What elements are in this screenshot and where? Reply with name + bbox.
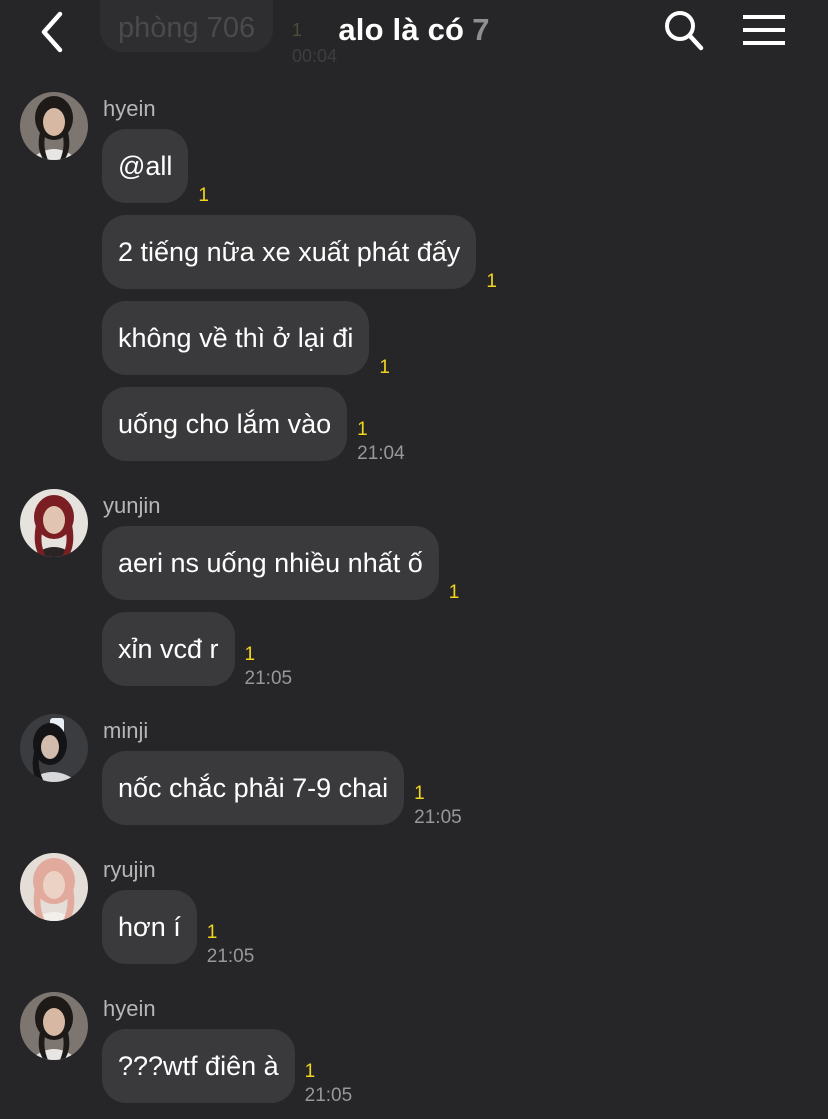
message-time: 21:05 (244, 668, 293, 689)
unread-count: 1 (448, 582, 460, 603)
message-time: 21:05 (206, 946, 255, 967)
unread-count: 1 (206, 922, 218, 943)
avatar-photo (20, 489, 88, 557)
avatar[interactable] (20, 853, 88, 921)
menu-button[interactable] (742, 13, 786, 47)
message-bubble[interactable]: aeri ns uống nhiều nhất ố (102, 526, 439, 600)
message-bubble[interactable]: 2 tiếng nữa xe xuất phát đấy (102, 215, 477, 289)
chat-screen: phòng 706 1 00:04 alo là có 7 hyein @all… (0, 0, 828, 1119)
unread-count: 1 (198, 185, 209, 206)
sender-name: hyein (103, 96, 156, 121)
unread-count: 1 (486, 271, 497, 292)
message-bubble[interactable]: xỉn vcđ r (102, 612, 235, 686)
sender-name: minji (103, 718, 149, 743)
avatar-photo (20, 992, 88, 1060)
message-time: 21:05 (414, 807, 462, 828)
avatar[interactable] (20, 992, 88, 1060)
avatar-photo (20, 92, 88, 160)
message-time: 21:04 (357, 443, 405, 464)
unread-count: 1 (414, 783, 425, 804)
message-bubble[interactable]: hơn í (102, 890, 197, 964)
unread-count: 1 (304, 1061, 316, 1082)
message-bubble[interactable]: không về thì ở lại đi (102, 301, 370, 375)
unread-count: 1 (244, 644, 256, 665)
message-bubble[interactable]: @all (102, 129, 189, 203)
avatar[interactable] (20, 714, 88, 782)
avatar[interactable] (20, 489, 88, 557)
message-bubble[interactable]: uống cho lắm vào (102, 387, 348, 461)
avatar[interactable] (20, 92, 88, 160)
hamburger-menu-icon (743, 15, 785, 45)
scrolled-message-time: 00:04 (292, 46, 338, 66)
avatar-photo (20, 853, 88, 921)
sender-name: ryujin (103, 857, 156, 882)
chat-title-text: alo là có (338, 12, 465, 47)
avatar-photo (20, 714, 88, 782)
message-bubble[interactable]: ???wtf điên à (102, 1029, 295, 1103)
chat-header: phòng 706 1 00:04 alo là có 7 (0, 0, 828, 70)
sender-name: yunjin (103, 493, 161, 518)
sender-name: hyein (103, 996, 156, 1021)
unread-count: 1 (379, 357, 390, 378)
search-button[interactable] (664, 9, 704, 51)
unread-count: 1 (357, 419, 368, 440)
message-bubble[interactable]: nốc chắc phải 7-9 chai (102, 751, 405, 825)
message-time: 21:05 (304, 1085, 353, 1106)
member-count: 7 (472, 12, 490, 47)
search-icon (665, 11, 704, 51)
